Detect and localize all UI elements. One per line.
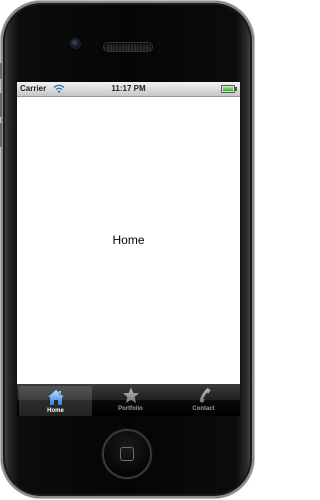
battery-level: [223, 87, 233, 91]
tab-contact-label: Contact: [192, 406, 215, 412]
house-icon: [47, 390, 64, 405]
volume-down-button: [0, 123, 2, 147]
earpiece-speaker: [104, 43, 152, 51]
tab-home[interactable]: Home: [19, 386, 92, 416]
status-time: 11:17 PM: [111, 84, 146, 93]
home-square-icon: [120, 447, 134, 461]
battery-icon: [221, 85, 237, 93]
tab-contact[interactable]: Contact: [167, 384, 240, 416]
phone-handset-icon: [199, 388, 210, 403]
tab-bar: Home Portfolio Contact: [17, 384, 240, 416]
app-screen: Carrier 11:17 PM Home Home Portfolio Con…: [17, 82, 240, 416]
front-camera-icon: [71, 39, 80, 48]
tab-portfolio[interactable]: Portfolio: [94, 384, 167, 416]
star-icon: [122, 387, 139, 403]
tab-portfolio-label: Portfolio: [118, 406, 143, 412]
volume-up-button: [0, 93, 2, 117]
page-title: Home: [112, 233, 145, 247]
tab-home-label: Home: [47, 408, 64, 414]
mute-switch: [0, 63, 2, 79]
home-button[interactable]: [104, 431, 150, 477]
status-bar: Carrier 11:17 PM: [17, 82, 240, 97]
